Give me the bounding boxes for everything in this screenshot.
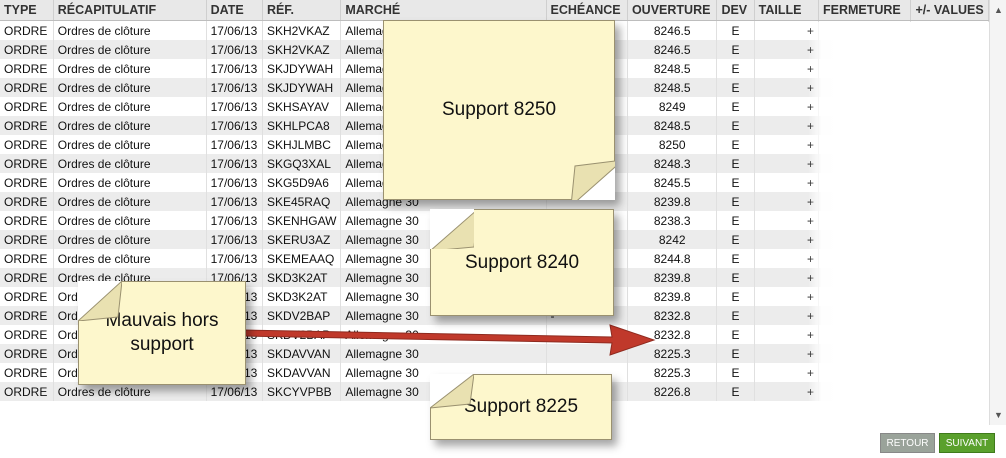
suivant-button[interactable]: SUIVANT [939, 433, 995, 453]
sticky-note-mauvais-hors-support: Mauvais hors support [78, 281, 246, 385]
note-text: Support 8240 [464, 251, 580, 273]
sticky-note-support-8250: Support 8250 [383, 20, 615, 200]
folded-corner-icon [430, 374, 474, 409]
note-text: Support 8225 [463, 396, 579, 418]
retour-button[interactable]: RETOUR [880, 433, 935, 453]
folded-corner-icon [430, 209, 474, 249]
note-text: Support 8250 [441, 99, 557, 121]
folded-corner-icon [78, 281, 122, 321]
red-arrow-icon [243, 324, 656, 356]
folded-corner-icon [571, 160, 615, 200]
sticky-note-support-8225: Support 8225 [430, 374, 612, 440]
sticky-note-support-8240: Support 8240 [430, 209, 614, 316]
